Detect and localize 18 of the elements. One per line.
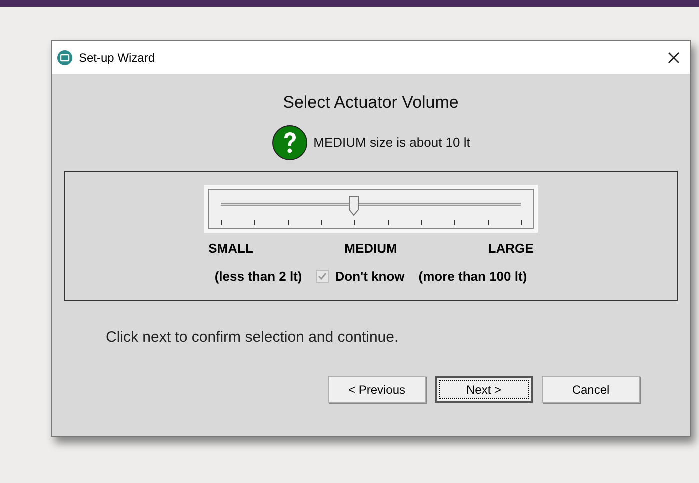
close-icon[interactable] <box>668 52 680 64</box>
slider[interactable] <box>204 184 538 232</box>
question-icon <box>272 124 308 160</box>
scale-label: SMALL <box>208 240 254 258</box>
scale-label: LARGE <box>487 240 535 258</box>
checkbox-label: Don't know <box>335 268 405 286</box>
range-note: (more than 100 lt) <box>418 268 528 286</box>
slider-thumb[interactable] <box>349 196 360 216</box>
heading: Select Actuator Volume <box>283 92 459 114</box>
wizard-button[interactable]: Cancel <box>542 376 640 403</box>
range-note: (less than 2 lt) <box>214 268 302 286</box>
scale-label: MEDIUM <box>344 240 398 258</box>
instruction-text: Click next to confirm selection and continue. <box>106 328 400 348</box>
window-title: Set-up Wizard <box>79 50 156 66</box>
wizard-button[interactable]: < Previous <box>328 376 426 403</box>
hint-text: MEDIUM size is about 10 lt <box>314 134 470 152</box>
wizard-button[interactable]: Next > <box>435 376 533 403</box>
app-icon <box>57 50 73 66</box>
